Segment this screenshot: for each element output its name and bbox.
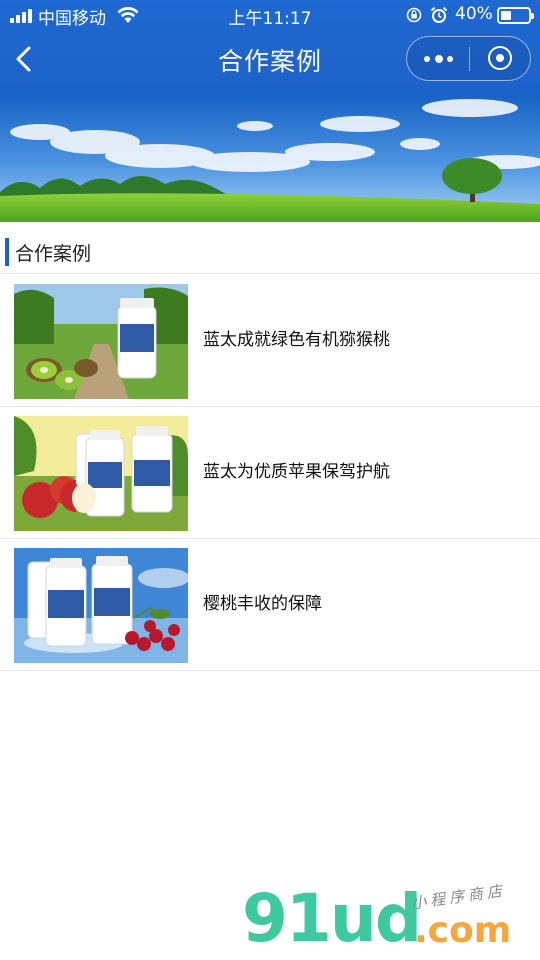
- top-header: 中国移动 上午11:17 40% 合作案例: [0, 0, 540, 92]
- miniprogram-capsule: [406, 36, 531, 81]
- battery-percent: 40%: [455, 4, 493, 24]
- case-thumbnail: [14, 548, 188, 663]
- case-list: 蓝太成就绿色有机猕猴桃 蓝太为优质苹果保驾护航 樱桃丰收的保障: [0, 275, 540, 671]
- alarm-icon: [430, 7, 448, 23]
- case-item-kiwi[interactable]: 蓝太成就绿色有机猕猴桃: [0, 275, 540, 407]
- case-title: 樱桃丰收的保障: [203, 594, 322, 614]
- case-item-cherry[interactable]: 樱桃丰收的保障: [0, 539, 540, 671]
- case-title: 蓝太成就绿色有机猕猴桃: [203, 330, 390, 350]
- close-miniprogram-button[interactable]: [470, 37, 530, 79]
- status-bar: 中国移动 上午11:17 40%: [0, 0, 540, 30]
- more-options-button[interactable]: [407, 37, 469, 79]
- watermark: 91ud .com 小程序商店: [236, 880, 536, 960]
- case-thumbnail: [14, 284, 188, 399]
- watermark-domain: .com: [414, 910, 512, 951]
- watermark-tagline: 小程序商店: [410, 881, 507, 913]
- case-title: 蓝太为优质苹果保驾护航: [203, 462, 390, 482]
- case-item-apple[interactable]: 蓝太为优质苹果保驾护航: [0, 407, 540, 539]
- watermark-logo: 91ud: [242, 880, 422, 957]
- section-header: 合作案例: [0, 230, 540, 274]
- nav-bar: 合作案例: [0, 30, 540, 92]
- case-thumbnail: [14, 416, 188, 531]
- rotation-lock-icon: [406, 7, 422, 23]
- battery-icon: [497, 7, 534, 24]
- section-title: 合作案例: [15, 243, 92, 265]
- section-accent-bar: [5, 238, 9, 266]
- banner-image: [0, 92, 540, 222]
